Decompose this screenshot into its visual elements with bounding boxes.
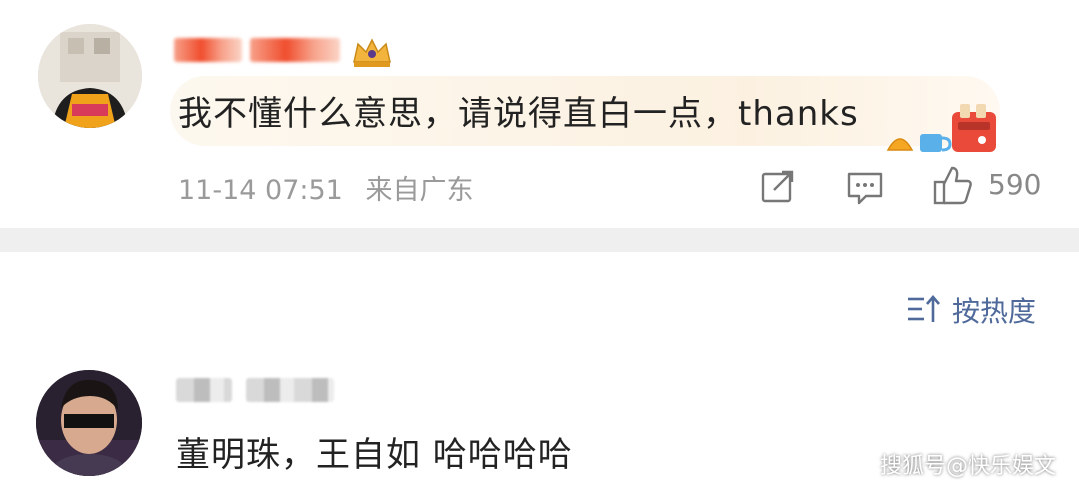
comment-icon[interactable]	[846, 170, 884, 206]
username-blurred[interactable]	[176, 378, 232, 402]
comment-date: 11-14 07:51	[178, 175, 343, 206]
section-divider	[0, 228, 1079, 252]
comment-text: 董明珠，王自如 哈哈哈哈	[176, 435, 573, 475]
toast-sticker-icon	[886, 104, 996, 152]
comment-text: 我不懂什么意思，请说得直白一点，thanks	[178, 94, 859, 134]
username-blurred[interactable]	[250, 38, 340, 62]
sort-label: 按热度	[952, 295, 1037, 328]
comment-location: 来自广东	[365, 175, 474, 206]
like-count: 590	[988, 168, 1042, 201]
like-icon[interactable]	[932, 164, 974, 206]
watermark: 搜狐号@快乐娱文	[880, 454, 1057, 479]
avatar[interactable]	[36, 370, 142, 476]
comment-card: 我不懂什么意思，请说得直白一点，thanks 11-14 07:51 来自广东 …	[0, 0, 1079, 228]
username-blurred[interactable]	[174, 38, 242, 62]
crown-badge-icon	[353, 38, 391, 67]
comment-meta: 11-14 07:51 来自广东	[178, 168, 487, 207]
username-blurred[interactable]	[246, 378, 334, 402]
avatar[interactable]	[38, 24, 142, 128]
sort-icon	[908, 295, 940, 322]
share-icon[interactable]	[760, 168, 796, 204]
